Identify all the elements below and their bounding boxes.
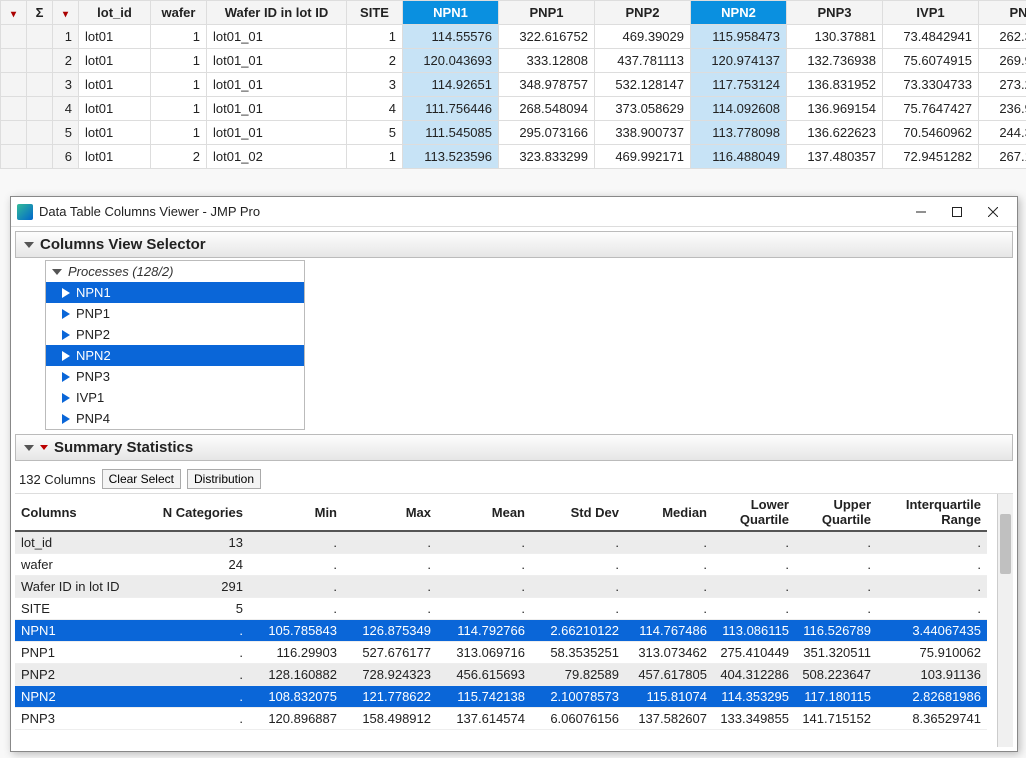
- row-number[interactable]: 4: [53, 97, 79, 121]
- tree-group-processes[interactable]: Processes (128/2): [46, 261, 304, 282]
- row-number[interactable]: 5: [53, 121, 79, 145]
- row-menu-icon[interactable]: ▾: [11, 9, 16, 20]
- summary-stats-table[interactable]: ColumnsN CategoriesMinMaxMeanStd DevMedi…: [15, 494, 987, 730]
- stats-row-pnp1[interactable]: PNP1.116.29903527.676177313.06971658.353…: [15, 642, 987, 664]
- stats-row-pnp2[interactable]: PNP2.128.160882728.924323456.61569379.82…: [15, 664, 987, 686]
- grid-corner[interactable]: Σ: [27, 1, 53, 25]
- vertical-scrollbar[interactable]: [997, 494, 1013, 747]
- grid-corner[interactable]: ▾: [53, 1, 79, 25]
- tree-item-ivp1[interactable]: IVP1: [46, 387, 304, 408]
- data-grid[interactable]: ▾ Σ ▾ lot_idwaferWafer ID in lot IDSITENPN1…: [0, 0, 1026, 169]
- summary-stats-title: Summary Statistics: [54, 439, 193, 456]
- column-header-npn2[interactable]: NPN2: [691, 1, 787, 25]
- column-header-pnp2[interactable]: PNP2: [595, 1, 691, 25]
- continuous-icon: [62, 288, 70, 298]
- stats-header-max[interactable]: Max: [343, 494, 437, 531]
- columns-tree[interactable]: Processes (128/2)NPN1PNP1PNP2NPN2PNP3IVP…: [45, 260, 305, 430]
- table-row[interactable]: 1lot011lot01_011114.55576322.616752469.3…: [1, 25, 1026, 49]
- row-number[interactable]: 2: [53, 49, 79, 73]
- options-icon[interactable]: [40, 445, 48, 450]
- stats-row-lot_id[interactable]: lot_id13........: [15, 531, 987, 554]
- stats-header-mean[interactable]: Mean: [437, 494, 531, 531]
- chevron-down-icon: [52, 269, 62, 275]
- sigma-icon[interactable]: Σ: [36, 5, 44, 20]
- stats-header-columns[interactable]: Columns: [15, 494, 155, 531]
- minimize-button[interactable]: [903, 201, 939, 223]
- continuous-icon: [62, 414, 70, 424]
- distribution-button[interactable]: Distribution: [187, 469, 261, 489]
- app-icon: [17, 204, 33, 220]
- scrollbar-thumb[interactable]: [1000, 514, 1011, 574]
- maximize-button[interactable]: [939, 201, 975, 223]
- stats-header-min[interactable]: Min: [249, 494, 343, 531]
- table-row[interactable]: 3lot011lot01_013114.92651348.978757532.1…: [1, 73, 1026, 97]
- summary-stats-header[interactable]: Summary Statistics: [15, 434, 1013, 461]
- stats-header-lower-quartile[interactable]: LowerQuartile: [713, 494, 795, 531]
- disclosure-icon[interactable]: [24, 445, 34, 451]
- column-header-wafer-id-in-lot-id[interactable]: Wafer ID in lot ID: [207, 1, 347, 25]
- continuous-icon: [62, 330, 70, 340]
- stats-row-pnp3[interactable]: PNP3.120.896887158.498912137.6145746.060…: [15, 708, 987, 730]
- table-row[interactable]: 5lot011lot01_015111.545085295.073166338.…: [1, 121, 1026, 145]
- stats-header-median[interactable]: Median: [625, 494, 713, 531]
- stats-row-npn2[interactable]: NPN2.108.832075121.778622115.7421382.100…: [15, 686, 987, 708]
- stats-row-wafer[interactable]: wafer24........: [15, 554, 987, 576]
- row-number[interactable]: 6: [53, 145, 79, 169]
- column-header-wafer[interactable]: wafer: [151, 1, 207, 25]
- stats-row-site[interactable]: SITE5........: [15, 598, 987, 620]
- table-row[interactable]: 2lot011lot01_012120.043693333.12808437.7…: [1, 49, 1026, 73]
- stats-header-n-categories[interactable]: N Categories: [155, 494, 249, 531]
- stats-header-interquartile-range[interactable]: InterquartileRange: [877, 494, 987, 531]
- column-header-pnp1[interactable]: PNP1: [499, 1, 595, 25]
- columns-selector-header[interactable]: Columns View Selector: [15, 231, 1013, 258]
- tree-item-npn2[interactable]: NPN2: [46, 345, 304, 366]
- window-title: Data Table Columns Viewer - JMP Pro: [39, 204, 903, 219]
- clear-select-button[interactable]: Clear Select: [102, 469, 181, 489]
- column-header-site[interactable]: SITE: [347, 1, 403, 25]
- stats-header-upper-quartile[interactable]: UpperQuartile: [795, 494, 877, 531]
- row-number[interactable]: 3: [53, 73, 79, 97]
- tree-item-pnp4[interactable]: PNP4: [46, 408, 304, 429]
- continuous-icon: [62, 309, 70, 319]
- row-number[interactable]: 1: [53, 25, 79, 49]
- tree-item-pnp3[interactable]: PNP3: [46, 366, 304, 387]
- tree-item-npn1[interactable]: NPN1: [46, 282, 304, 303]
- grid-corner[interactable]: ▾: [1, 1, 27, 25]
- col-menu-icon[interactable]: ▾: [63, 9, 68, 20]
- column-header-ivp1[interactable]: IVP1: [883, 1, 979, 25]
- columns-selector-title: Columns View Selector: [40, 236, 206, 253]
- table-row[interactable]: 4lot011lot01_014111.756446268.548094373.…: [1, 97, 1026, 121]
- close-button[interactable]: [975, 201, 1011, 223]
- continuous-icon: [62, 372, 70, 382]
- stats-row-npn1[interactable]: NPN1.105.785843126.875349114.7927662.662…: [15, 620, 987, 642]
- column-header-pnp4[interactable]: PNP4: [979, 1, 1026, 25]
- summary-stats-panel: ColumnsN CategoriesMinMaxMeanStd DevMedi…: [15, 493, 1013, 747]
- stats-header-std-dev[interactable]: Std Dev: [531, 494, 625, 531]
- continuous-icon: [62, 393, 70, 403]
- titlebar[interactable]: Data Table Columns Viewer - JMP Pro: [11, 197, 1017, 227]
- disclosure-icon[interactable]: [24, 242, 34, 248]
- tree-item-pnp1[interactable]: PNP1: [46, 303, 304, 324]
- stats-row-wafer-id-in-lot-id[interactable]: Wafer ID in lot ID291........: [15, 576, 987, 598]
- tree-item-pnp2[interactable]: PNP2: [46, 324, 304, 345]
- continuous-icon: [62, 351, 70, 361]
- columns-viewer-window: Data Table Columns Viewer - JMP Pro Colu…: [10, 196, 1018, 752]
- column-header-npn1[interactable]: NPN1: [403, 1, 499, 25]
- column-header-lot_id[interactable]: lot_id: [79, 1, 151, 25]
- table-row[interactable]: 6lot012lot01_021113.523596323.833299469.…: [1, 145, 1026, 169]
- column-header-pnp3[interactable]: PNP3: [787, 1, 883, 25]
- column-count-label: 132 Columns: [19, 472, 96, 487]
